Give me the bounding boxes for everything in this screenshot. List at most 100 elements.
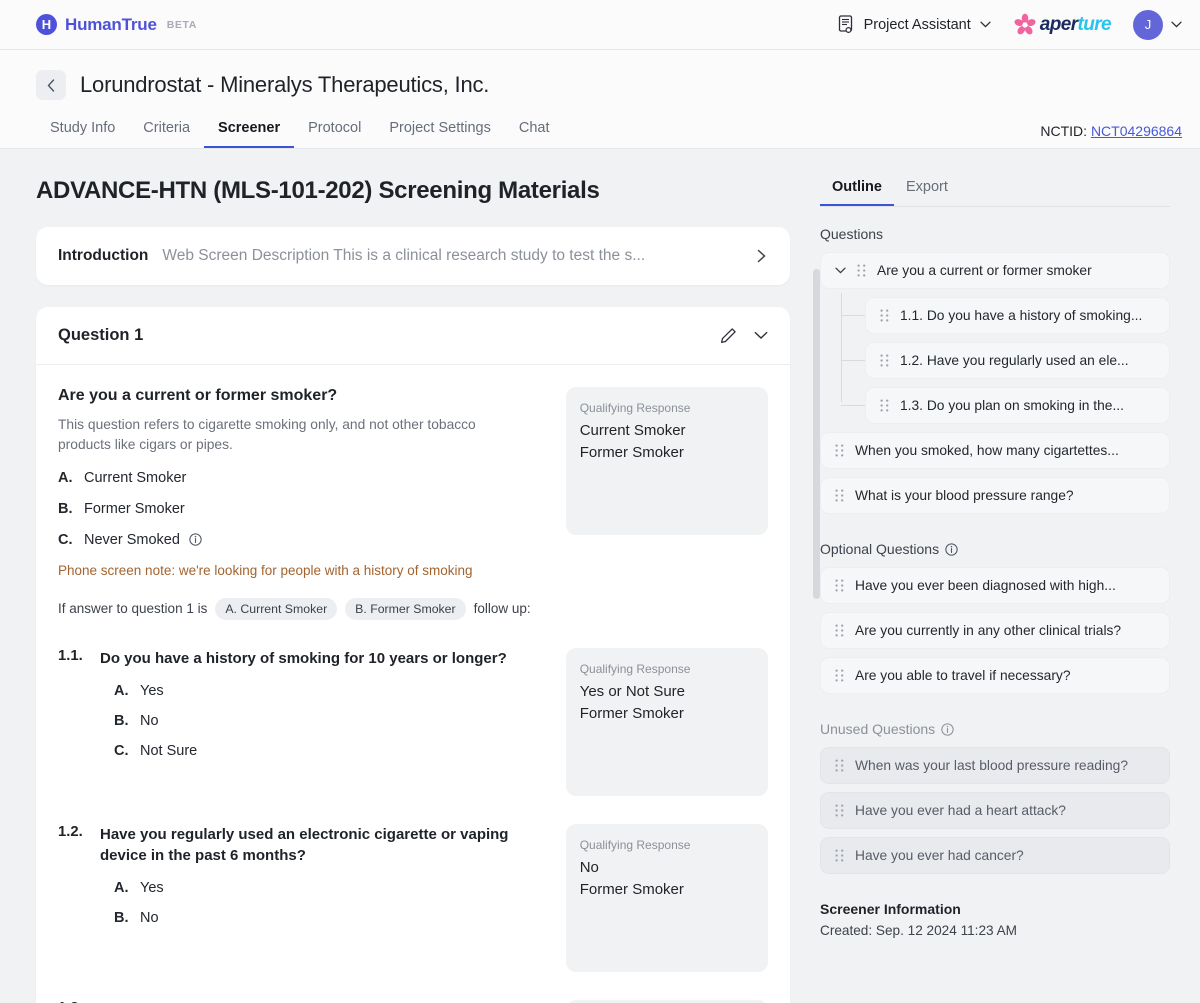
drag-handle-icon[interactable] (857, 264, 866, 277)
question-text: Are you a current or former smoker? (58, 387, 338, 404)
question-card: Question 1 Are you a current or former s… (36, 307, 790, 1003)
subquestion-text: Do you have a history of smoking for 10 … (100, 649, 507, 667)
project-assistant-menu[interactable]: Project Assistant (838, 15, 991, 34)
qualifying-response-value: Yes or Not Sure (579, 682, 686, 700)
outline-unused-heading-text: Unused Questions (820, 721, 936, 737)
tab-screener[interactable]: Screener (204, 114, 295, 148)
answer-choice[interactable]: A. Yes (114, 683, 507, 699)
answer-choice[interactable]: B. No (114, 713, 507, 729)
outline-item-label: 1.1. Do you have a history of smoking... (900, 308, 1143, 323)
tab-chat[interactable]: Chat (505, 114, 564, 148)
outline-item-question-1-1[interactable]: 1.1. Do you have a history of smoking... (865, 297, 1170, 334)
study-tabs: Study Info Criteria Screener Protocol Pr… (36, 114, 564, 148)
choice-letter: C. (58, 531, 73, 548)
question-help-text: This question refers to cigarette smokin… (58, 417, 476, 453)
outline-item-question-1-3[interactable]: 1.3. Do you plan on smoking in the... (865, 387, 1170, 424)
answer-choice[interactable]: C. Not Sure (114, 743, 507, 759)
qualifying-response-column: Qualifying Response Current Smoker Forme… (565, 387, 768, 620)
outline-item-label: When was your last blood pressure readin… (855, 758, 1129, 773)
study-title-row: Lorundrostat - Mineralys Therapeutics, I… (36, 70, 1182, 100)
choice-letter: A. (114, 880, 129, 897)
chevron-down-icon[interactable] (835, 267, 846, 274)
drag-handle-icon[interactable] (835, 624, 844, 637)
tab-study-info[interactable]: Study Info (36, 114, 129, 148)
subquestion-row: 1.2. Have you regularly used an electron… (58, 823, 768, 972)
tab-protocol[interactable]: Protocol (294, 114, 375, 148)
outline-item-label: 1.3. Do you plan on smoking in the... (900, 398, 1124, 413)
edit-question-button[interactable] (720, 327, 737, 344)
followup-chip[interactable]: A. Current Smoker (215, 597, 338, 620)
study-header: Lorundrostat - Mineralys Therapeutics, I… (0, 50, 1200, 149)
question-card-header: Question 1 (36, 307, 790, 365)
app-root: H HumanTrue BETA Project Assistant apert… (0, 0, 1200, 1003)
info-icon[interactable] (189, 533, 202, 546)
drag-handle-icon[interactable] (835, 669, 844, 682)
phone-screen-note: Phone screen note: we're looking for peo… (58, 562, 473, 578)
outline-unused-item-1[interactable]: When was your last blood pressure readin… (820, 747, 1170, 784)
nctid-link[interactable]: NCT04296864 (1091, 123, 1182, 139)
subquestion-choices: A. Yes B. No (114, 880, 530, 926)
chevron-right-icon (757, 249, 766, 263)
drag-handle-icon[interactable] (880, 399, 889, 412)
qualifying-response-column: Qualifying Response No Former Smoker (565, 823, 768, 972)
brand-logo[interactable]: H HumanTrue BETA (36, 14, 197, 35)
outline-item-label: 1.2. Have you regularly used an ele... (900, 353, 1129, 368)
pencil-icon (720, 328, 736, 344)
info-icon[interactable] (945, 542, 958, 556)
drag-handle-icon[interactable] (880, 309, 889, 322)
question-card-body: Are you a current or former smoker? This… (36, 365, 790, 1003)
drag-handle-icon[interactable] (835, 444, 844, 457)
user-menu[interactable]: J (1133, 9, 1182, 40)
aperture-wordmark: aperture (1039, 13, 1112, 36)
answer-choice[interactable]: A. Yes (114, 880, 530, 896)
screener-created-date: Created: Sep. 12 2024 11:23 AM (820, 923, 1017, 938)
followup-chip[interactable]: B. Former Smoker (345, 597, 466, 620)
drag-handle-icon[interactable] (835, 759, 844, 772)
main-scrollbar-thumb[interactable] (813, 269, 820, 599)
choice-text: Yes (140, 683, 164, 700)
outline-optional-item-3[interactable]: Are you able to travel if necessary? (820, 657, 1170, 694)
choice-text: Not Sure (140, 743, 198, 760)
drag-handle-icon[interactable] (835, 579, 844, 592)
outline-item-question-3[interactable]: What is your blood pressure range? (820, 477, 1170, 514)
main-scrollbar[interactable] (813, 149, 820, 1003)
outline-optional-item-2[interactable]: Are you currently in any other clinical … (820, 612, 1170, 649)
outline-item-question-1-2[interactable]: 1.2. Have you regularly used an ele... (865, 342, 1170, 379)
aperture-word-part-a: aper (1039, 13, 1078, 35)
drag-handle-icon[interactable] (880, 354, 889, 367)
outline-subitems: 1.1. Do you have a history of smoking... (841, 293, 1170, 424)
outline-item-label: What is your blood pressure range? (855, 488, 1074, 503)
outline-unused-item-3[interactable]: Have you ever had cancer? (820, 837, 1170, 874)
aperture-flower-icon (1014, 13, 1036, 34)
answer-choice[interactable]: B. No (114, 910, 530, 926)
qualifying-response-label: Qualifying Response (579, 837, 691, 852)
outline-item-question-1[interactable]: Are you a current or former smoker (820, 252, 1170, 289)
tab-export[interactable]: Export (894, 175, 960, 206)
followup-prefix: If answer to question 1 is (58, 601, 208, 617)
introduction-card[interactable]: Introduction Web Screen Description This… (36, 227, 790, 285)
drag-handle-icon[interactable] (835, 804, 844, 817)
subquestion-content: 1.2. Have you regularly used an electron… (58, 824, 540, 972)
qualifying-response-column: Qualifying Response Yes or Not Sure Form… (565, 647, 768, 796)
drag-handle-icon[interactable] (835, 849, 844, 862)
back-button[interactable] (36, 70, 66, 100)
choice-letter: B. (114, 910, 129, 927)
answer-choice[interactable]: A. Current Smoker (58, 470, 540, 486)
qualifying-response-value: Current Smoker (579, 422, 686, 439)
choice-text: Yes (140, 880, 164, 897)
answer-choice[interactable]: C. Never Smoked (58, 532, 540, 548)
tab-project-settings[interactable]: Project Settings (375, 114, 505, 148)
outline-item-question-2[interactable]: When you smoked, how many cigartettes... (820, 432, 1170, 469)
drag-handle-icon[interactable] (835, 489, 844, 502)
answer-choice[interactable]: B. Former Smoker (58, 501, 540, 517)
tab-outline[interactable]: Outline (820, 175, 894, 206)
subquestion-number: 1.2. (58, 823, 83, 840)
subquestion-number: 1.1. (58, 647, 83, 664)
document-icon (838, 15, 852, 34)
info-icon[interactable] (941, 722, 954, 736)
collapse-question-button[interactable] (754, 331, 768, 340)
choice-text: No (140, 713, 159, 730)
outline-optional-item-1[interactable]: Have you ever been diagnosed with high..… (820, 567, 1170, 604)
outline-unused-item-2[interactable]: Have you ever had a heart attack? (820, 792, 1170, 829)
tab-criteria[interactable]: Criteria (129, 114, 204, 148)
